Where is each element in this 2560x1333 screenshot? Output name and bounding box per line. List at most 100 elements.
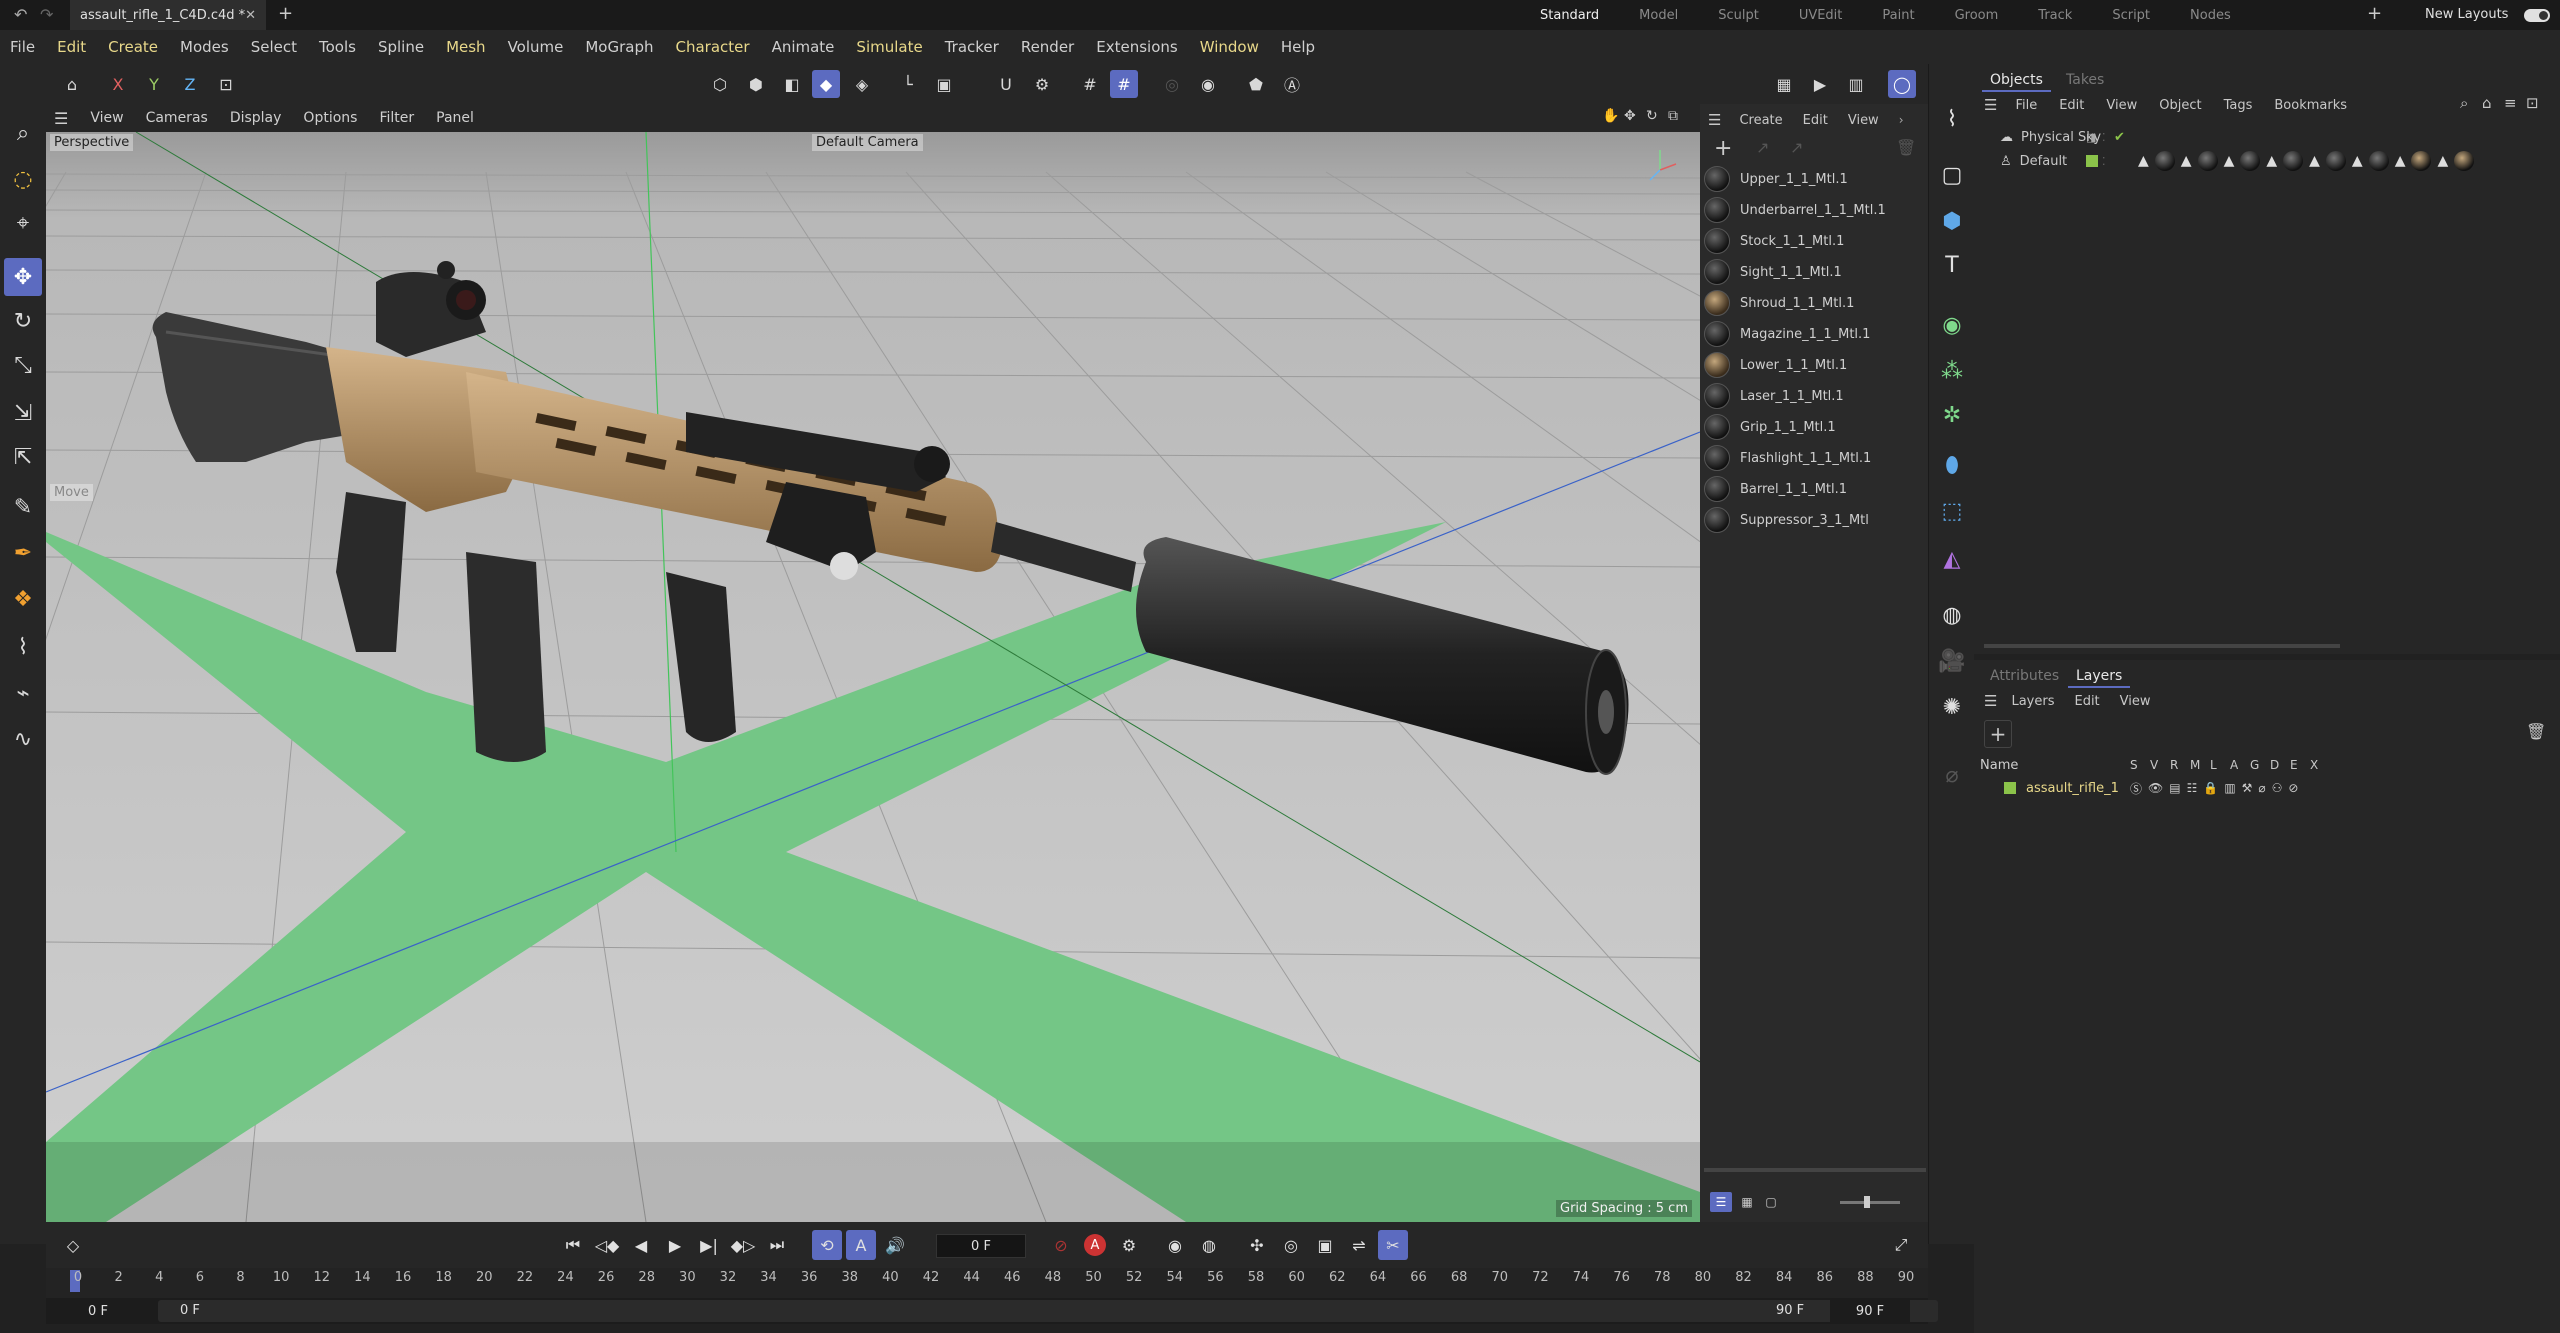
record-icon[interactable]: ⊘ [1046, 1230, 1076, 1260]
phong-tag-icon[interactable]: ▲ [2138, 153, 2149, 169]
chevron-right-icon[interactable]: › [1899, 113, 1904, 127]
undo-icon[interactable]: ↶ [14, 5, 27, 24]
list-view-icon[interactable]: ☰ [1710, 1192, 1732, 1212]
menu-tracker[interactable]: Tracker [945, 38, 999, 56]
menu-character[interactable]: Character [676, 38, 750, 56]
manager-icon[interactable]: ☷ [2187, 781, 2198, 795]
material-scrollbar[interactable] [1704, 1168, 1926, 1172]
play-icon[interactable]: ▶ [660, 1230, 690, 1260]
document-tab[interactable]: assault_rifle_1_C4D.c4d * ✕ [70, 0, 266, 30]
viewport-hamburger-icon[interactable]: ☰ [54, 109, 68, 128]
key-scale-icon[interactable]: ✣ [1242, 1230, 1272, 1260]
rotate-tool-icon[interactable]: ↻ [4, 302, 42, 340]
menu-render[interactable]: Render [1021, 38, 1074, 56]
preview-range-icon[interactable]: A [846, 1230, 876, 1260]
transform-tool-icon[interactable]: ⇲ [4, 394, 42, 432]
move-tool-icon[interactable]: ✥ [4, 258, 42, 296]
delete-material-icon[interactable]: 🗑 [1896, 138, 1916, 157]
object-menu-object[interactable]: Object [2159, 98, 2201, 113]
render-region-icon[interactable]: ⬟ [1242, 70, 1270, 98]
snap-settings-icon[interactable]: ⚙ [1028, 70, 1056, 98]
material-item[interactable]: Barrel_1_1_Mtl.1 [1704, 474, 1847, 504]
model-mode-icon[interactable]: ◆ [812, 70, 840, 98]
edges-mode-icon[interactable]: ⬢ [742, 70, 770, 98]
deformer-icon[interactable]: ⌀ [2258, 781, 2265, 795]
phong-tag-icon[interactable]: ▲ [2224, 153, 2235, 169]
select-tool-icon[interactable]: ⌖ [4, 204, 42, 242]
object-row-physical-sky[interactable]: ☁ Physical Sky ◨ ⁚ ✔ [2000, 126, 2125, 148]
flag-header-l[interactable]: L [2210, 758, 2230, 772]
menu-mograph[interactable]: MoGraph [585, 38, 653, 56]
material-tag-icon[interactable] [2411, 151, 2432, 171]
fcurve-icon[interactable]: ⤢ [1886, 1230, 1916, 1260]
menu-volume[interactable]: Volume [508, 38, 564, 56]
key-settings-icon[interactable]: ⚙ [1114, 1230, 1144, 1260]
layout-tab-track[interactable]: Track [2038, 8, 2072, 23]
grid-snap-icon[interactable]: # [1110, 70, 1138, 98]
object-hamburger-icon[interactable]: ☰ [1984, 96, 1997, 114]
phong-tag-icon[interactable]: ▲ [2309, 153, 2320, 169]
spline-pen-icon[interactable]: ✎ [4, 488, 42, 526]
layout-tab-sculpt[interactable]: Sculpt [1718, 8, 1759, 23]
bend-tool-icon[interactable]: ∿ [4, 720, 42, 758]
material-menu-edit[interactable]: Edit [1803, 113, 1828, 128]
auto-icon[interactable]: Ⓐ [1278, 70, 1306, 98]
menu-modes[interactable]: Modes [180, 38, 229, 56]
new-view-icon[interactable]: ⊡ [2526, 94, 2539, 112]
search-icon[interactable]: ⌕ [2460, 94, 2468, 112]
live-selection-icon[interactable]: ◌ [4, 160, 42, 198]
next-frame-icon[interactable]: ▶| [694, 1230, 724, 1260]
layout-tab-uvedit[interactable]: UVEdit [1799, 8, 1843, 23]
layer-color-swatch[interactable] [2004, 782, 2016, 794]
pan-icon[interactable]: ✋ [1602, 108, 1619, 124]
maximize-viewport-icon[interactable]: ⧉ [1668, 108, 1678, 124]
menu-animate[interactable]: Animate [772, 38, 835, 56]
cube-icon[interactable]: ⬢ [1935, 204, 1969, 238]
object-scrollbar[interactable] [1984, 644, 2340, 648]
object-menu-tags[interactable]: Tags [2224, 98, 2253, 113]
flag-header-e[interactable]: E [2290, 758, 2310, 772]
object-row-default[interactable]: ♙ Default ⁚ ▲ ▲ ▲ ▲ ▲ ▲ ▲ ▲ [2000, 150, 2475, 172]
visibility-dots-icon[interactable]: ⁚ [2102, 155, 2106, 168]
material-tag-icon[interactable] [2454, 151, 2475, 171]
grid-icon[interactable]: # [1076, 70, 1104, 98]
tab-layers[interactable]: Layers [2068, 666, 2131, 688]
layout-tab-paint[interactable]: Paint [1882, 8, 1914, 23]
viewport-menu-display[interactable]: Display [230, 110, 282, 126]
z-axis-lock[interactable]: Z [176, 70, 204, 98]
flag-header-x[interactable]: X [2310, 758, 2330, 772]
link-icon[interactable]: ↗ [1756, 138, 1769, 157]
material-item[interactable]: Flashlight_1_1_Mtl.1 [1704, 443, 1871, 473]
xref-icon[interactable]: ⊘ [2288, 781, 2298, 795]
material-item[interactable]: Upper_1_1_Mtl.1 [1704, 164, 1848, 194]
render-picture-icon[interactable]: ▶ [1806, 70, 1834, 98]
lock-icon[interactable]: 🔒 [2203, 781, 2218, 795]
knife-icon[interactable]: ⌁ [4, 674, 42, 712]
phong-tag-icon[interactable]: ▲ [2395, 153, 2406, 169]
previous-frame-icon[interactable]: ◀ [626, 1230, 656, 1260]
array-tool-icon[interactable]: ⇱ [4, 438, 42, 476]
menu-create[interactable]: Create [108, 38, 158, 56]
material-tag-icon[interactable] [2240, 151, 2261, 171]
x-axis-lock[interactable]: X [104, 70, 132, 98]
tab-takes[interactable]: Takes [2058, 70, 2112, 90]
material-item[interactable]: Grip_1_1_Mtl.1 [1704, 412, 1836, 442]
filter-icon[interactable]: ≡ [2504, 94, 2517, 112]
flag-header-m[interactable]: M [2190, 758, 2210, 772]
material-item[interactable]: Lower_1_1_Mtl.1 [1704, 350, 1847, 380]
motion-icon[interactable]: ⇌ [1344, 1230, 1374, 1260]
field-icon[interactable]: ⬚ [1935, 494, 1969, 528]
workplane-icon[interactable]: ▣ [930, 70, 958, 98]
flag-header-s[interactable]: S [2130, 758, 2150, 772]
menu-window[interactable]: Window [1200, 38, 1259, 56]
viewport-menu-filter[interactable]: Filter [379, 110, 414, 126]
phong-tag-icon[interactable]: ▲ [2266, 153, 2277, 169]
solo-icon[interactable]: ◎ [1158, 70, 1186, 98]
close-tab-icon[interactable]: ✕ [245, 8, 256, 23]
flag-header-a[interactable]: A [2230, 758, 2250, 772]
material-menu-create[interactable]: Create [1739, 113, 1782, 128]
timeline-mode-icon[interactable]: ✂ [1378, 1230, 1408, 1260]
thumbnail-size-slider[interactable] [1840, 1196, 1900, 1208]
material-menu-view[interactable]: View [1848, 113, 1879, 128]
layout-tab-nodes[interactable]: Nodes [2190, 8, 2231, 23]
